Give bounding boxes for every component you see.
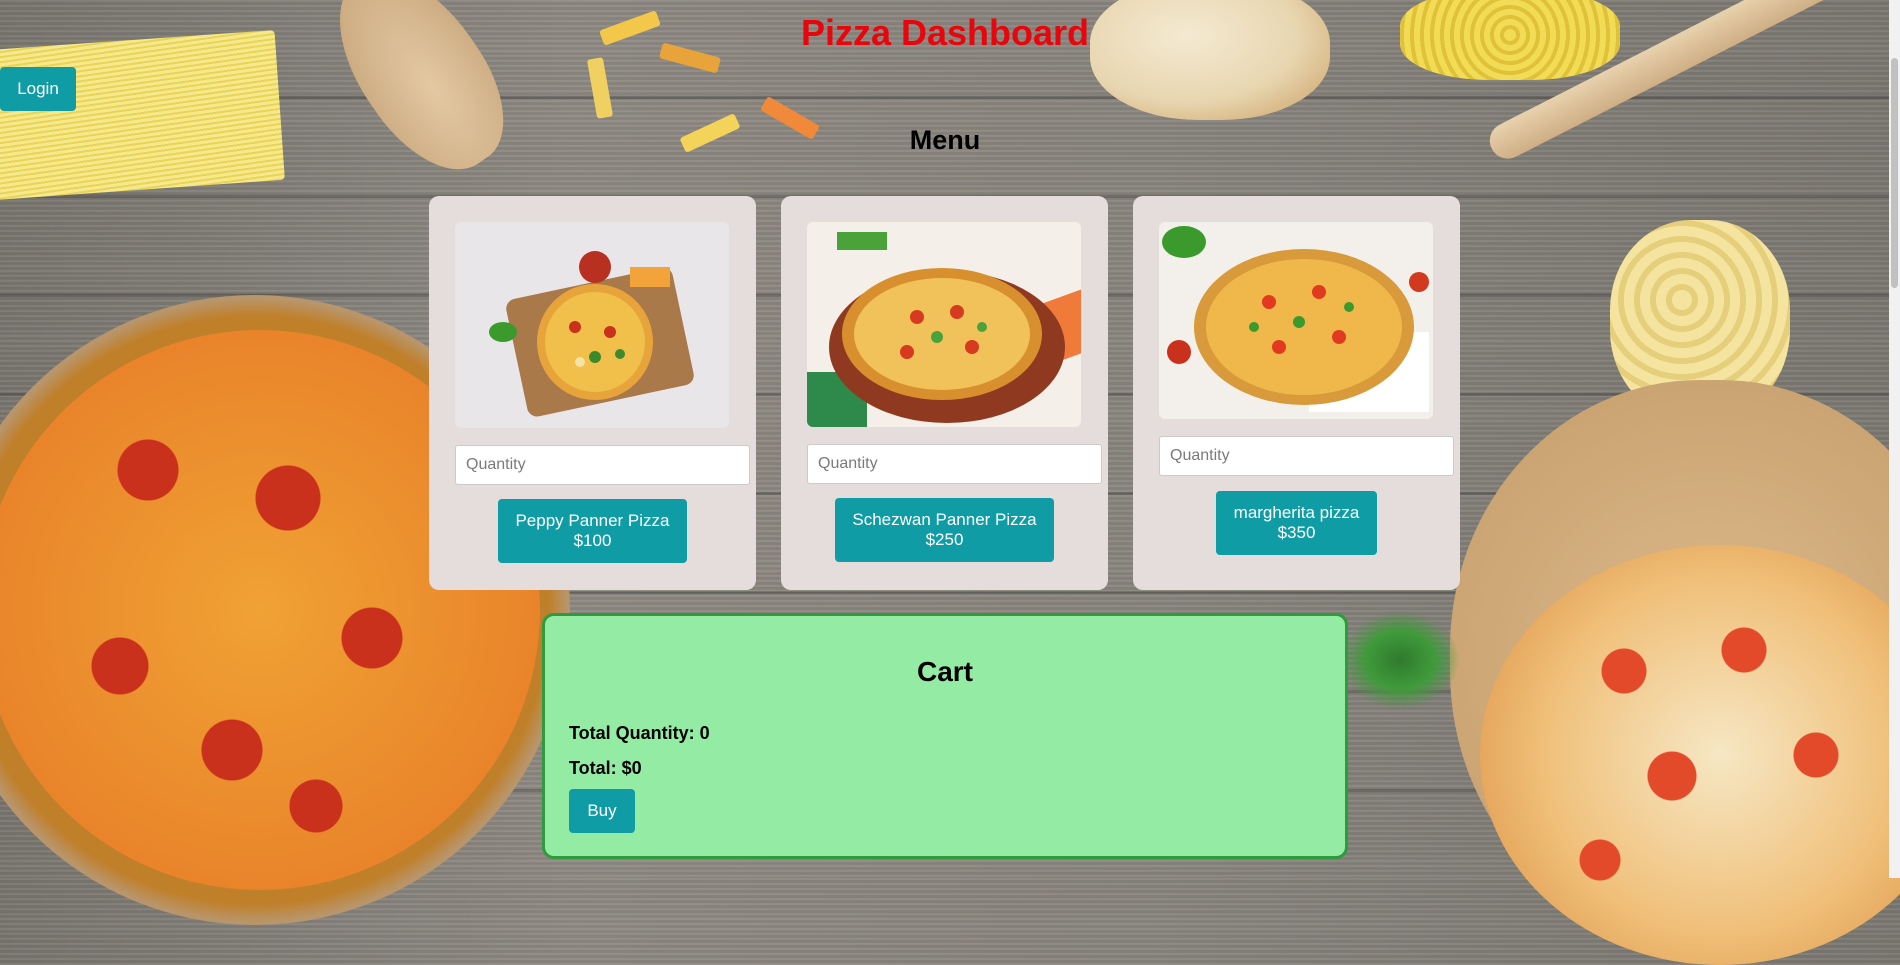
- cart-title: Cart: [916, 656, 973, 687]
- add-schezwan-panner-pizza-button[interactable]: Schezwan Panner Pizza $250: [835, 498, 1054, 562]
- menu-card-schezwan-panner: Schezwan Panner Pizza $250: [781, 196, 1108, 590]
- add-peppy-panner-pizza-button[interactable]: Peppy Panner Pizza $100: [498, 499, 687, 563]
- vertical-scrollbar[interactable]: [1889, 0, 1900, 878]
- cart-total-price: Total: $0: [569, 758, 642, 778]
- add-margherita-pizza-button[interactable]: margherita pizza $350: [1216, 491, 1377, 555]
- pizza-image: [807, 222, 1081, 427]
- menu-card-peppy-panner: Peppy Panner Pizza $100: [429, 196, 756, 590]
- pizza-name-label: margherita pizza: [1233, 503, 1360, 522]
- buy-button[interactable]: Buy: [569, 789, 635, 833]
- menu-card-margherita: margherita pizza $350: [1133, 196, 1460, 590]
- quantity-input[interactable]: [455, 445, 750, 485]
- pizza-price-label: $350: [1277, 523, 1316, 542]
- pizza-price-label: $100: [573, 531, 612, 550]
- login-button[interactable]: Login: [0, 67, 76, 111]
- pizza-name-label: Peppy Panner Pizza: [515, 511, 670, 530]
- penne-decoration: [586, 57, 614, 119]
- pizza-image: [1159, 222, 1433, 419]
- cart-total-quantity: Total Quantity: 0: [569, 723, 710, 743]
- page-title: Pizza Dashboard: [800, 12, 1090, 53]
- pizza-image: [455, 222, 729, 428]
- quantity-input[interactable]: [807, 444, 1102, 484]
- menu-heading: Menu: [909, 125, 981, 155]
- parsley-decoration: [1340, 610, 1460, 710]
- cart-panel: Cart Total Quantity: 0 Total: $0 Buy: [542, 613, 1348, 859]
- quantity-input[interactable]: [1159, 436, 1454, 476]
- pizza-name-label: Schezwan Panner Pizza: [852, 510, 1037, 529]
- pizza-price-label: $250: [925, 530, 964, 549]
- spaghetti-decoration: [0, 30, 285, 200]
- scrollbar-thumb[interactable]: [1891, 58, 1898, 288]
